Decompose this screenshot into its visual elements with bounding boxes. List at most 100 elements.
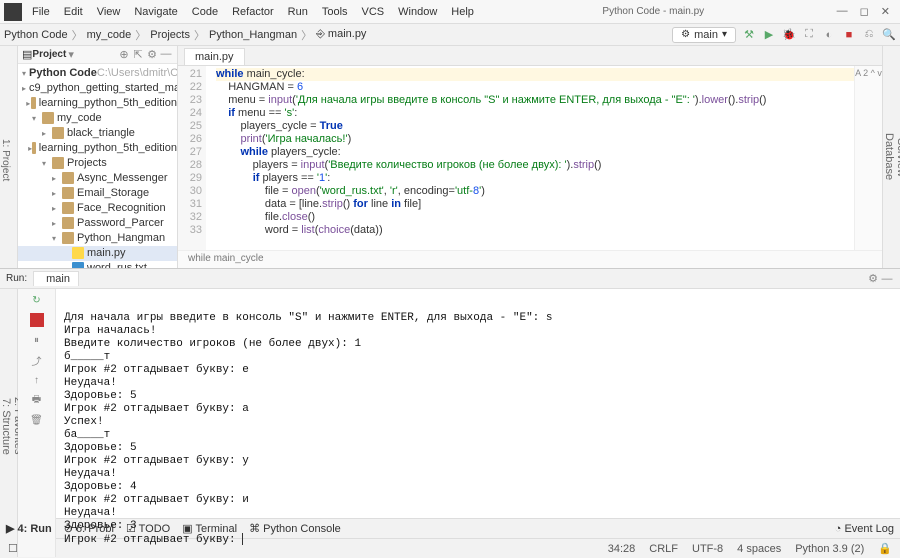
- menu-tools[interactable]: Tools: [316, 3, 354, 21]
- menu-view[interactable]: View: [91, 3, 127, 21]
- target-icon[interactable]: ⊕: [117, 47, 131, 61]
- menu-vcs[interactable]: VCS: [356, 3, 391, 21]
- editor-body[interactable]: 21222324252627282930313233 while main_cy…: [178, 66, 882, 250]
- profile-icon[interactable]: ◐: [822, 28, 836, 42]
- run-panel-header: Run: main ⚙ —: [0, 269, 900, 289]
- window-title: Python Code - main.py: [480, 6, 827, 17]
- bottom-tab[interactable]: ▶ 4: Run: [6, 522, 52, 535]
- maximize-icon[interactable]: ◻: [860, 5, 869, 18]
- project-tree[interactable]: ▾Python Code C:\Users\dmitr\OneDriv…▸c9_…: [18, 64, 177, 268]
- main-menu: FileEditViewNavigateCodeRefactorRunTools…: [26, 3, 480, 21]
- menu-file[interactable]: File: [26, 3, 56, 21]
- tree-item[interactable]: word_rus.txt: [18, 261, 177, 268]
- project-pane-header: ▤ Project ▾ ⊕ ⇱ ⚙ —: [18, 46, 177, 64]
- tree-item[interactable]: main.py: [18, 246, 177, 261]
- stop-icon[interactable]: [30, 313, 44, 327]
- editor-breadcrumb[interactable]: while main_cycle: [178, 250, 882, 268]
- search-icon[interactable]: 🔍: [882, 28, 896, 42]
- line-separator[interactable]: CRLF: [649, 543, 678, 555]
- editor-tabs: main.py: [178, 46, 882, 66]
- tree-item[interactable]: ▾my_code: [18, 111, 177, 126]
- run-hide-icon[interactable]: —: [880, 272, 894, 286]
- indent[interactable]: 4 spaces: [737, 543, 781, 555]
- minimize-icon[interactable]: —: [837, 5, 848, 18]
- debug-icon[interactable]: 🐞: [782, 28, 796, 42]
- menu-window[interactable]: Window: [392, 3, 443, 21]
- titlebar: FileEditViewNavigateCodeRefactorRunTools…: [0, 0, 900, 24]
- bottom-tab[interactable]: ⊘ 6: Probl: [64, 522, 114, 535]
- run-panel: Run: main ⚙ — 7: Structure2: Favorites ↻…: [0, 268, 900, 557]
- left-tool-rail[interactable]: 1: Project: [0, 46, 18, 268]
- encoding[interactable]: UTF-8: [692, 543, 723, 555]
- up-icon[interactable]: ↑: [30, 373, 44, 387]
- bottom-tab[interactable]: ☑ TODO: [126, 522, 170, 535]
- menu-refactor[interactable]: Refactor: [226, 3, 280, 21]
- tree-item[interactable]: ▸c9_python_getting_started_master: [18, 81, 177, 96]
- menu-navigate[interactable]: Navigate: [128, 3, 183, 21]
- breadcrumb-item[interactable]: ⎆ main.py: [316, 28, 366, 41]
- left-tool-rail-2[interactable]: 7: Structure2: Favorites: [0, 289, 18, 557]
- run-gear-icon[interactable]: ⚙: [866, 272, 880, 286]
- editor-tab-label: main.py: [195, 51, 234, 63]
- git-icon[interactable]: ⎌: [862, 28, 876, 42]
- run-panel-title: Run:: [6, 273, 27, 284]
- run-tab-label: main: [46, 273, 70, 285]
- menu-run[interactable]: Run: [282, 3, 314, 21]
- bottom-tab[interactable]: ⌘ Python Console: [249, 522, 341, 535]
- tree-item[interactable]: ▸Face_Recognition: [18, 201, 177, 216]
- run-tab-main[interactable]: main: [33, 271, 79, 286]
- close-icon[interactable]: ✕: [881, 5, 890, 18]
- hammer-icon[interactable]: ⚒: [742, 28, 756, 42]
- tree-item[interactable]: ▸learning_python_5th_edition: [18, 141, 177, 156]
- run-config-selector[interactable]: ⚙ main ▾: [672, 27, 736, 43]
- trash-icon[interactable]: 🗑: [30, 413, 44, 427]
- collapse-icon[interactable]: ⇱: [131, 47, 145, 61]
- tree-root[interactable]: ▾Python Code C:\Users\dmitr\OneDriv…: [18, 66, 177, 81]
- project-pane-icon: ▤: [22, 48, 32, 61]
- hide-icon[interactable]: —: [159, 47, 173, 61]
- tree-item[interactable]: ▸Password_Parcer: [18, 216, 177, 231]
- navigation-bar: Python Code〉my_code〉Projects〉Python_Hang…: [0, 24, 900, 46]
- breadcrumb-item[interactable]: Python_Hangman: [209, 29, 297, 41]
- editor-inspections[interactable]: A 2 ^ v: [854, 66, 882, 250]
- tree-item[interactable]: ▾Projects: [18, 156, 177, 171]
- project-pane-title: Project: [32, 49, 66, 60]
- window-controls: — ◻ ✕: [827, 5, 900, 18]
- caret-position[interactable]: 34:28: [608, 543, 636, 555]
- print-icon[interactable]: 🖶: [30, 393, 44, 407]
- tree-item[interactable]: ▸black_triangle: [18, 126, 177, 141]
- console-output[interactable]: Для начала игры введите в консоль "S" и …: [56, 289, 900, 557]
- editor-row: 1: Project ▤ Project ▾ ⊕ ⇱ ⚙ — ▾Python C…: [0, 46, 900, 268]
- menu-edit[interactable]: Edit: [58, 3, 89, 21]
- run-body: 7: Structure2: Favorites ↻ ⏸ ⤴ ↑ 🖶 🗑 Для…: [0, 289, 900, 557]
- breadcrumb[interactable]: Python Code〉my_code〉Projects〉Python_Hang…: [4, 27, 366, 43]
- editor-gutter: 21222324252627282930313233: [178, 66, 206, 250]
- lock-icon[interactable]: 🔒: [878, 542, 892, 555]
- event-log-tab[interactable]: ◔ Event Log: [835, 523, 894, 535]
- bottom-tab[interactable]: ▣ Terminal: [182, 522, 237, 535]
- menu-help[interactable]: Help: [445, 3, 480, 21]
- breadcrumb-item[interactable]: my_code: [87, 29, 132, 41]
- gear-icon[interactable]: ⚙: [145, 47, 159, 61]
- breadcrumb-item[interactable]: Python Code: [4, 29, 68, 41]
- tree-item[interactable]: ▸learning_python_5th_edition: [18, 96, 177, 111]
- editor-tab-main[interactable]: main.py: [184, 48, 245, 65]
- run-toolbar: ↻ ⏸ ⤴ ↑ 🖶 🗑: [18, 289, 56, 557]
- code-area[interactable]: while main_cycle: HANGMAN = 6 menu = inp…: [206, 66, 854, 250]
- rerun-icon[interactable]: ↻: [30, 293, 44, 307]
- coverage-icon[interactable]: ⛶: [802, 28, 816, 42]
- exit-icon[interactable]: ⤴: [30, 353, 44, 367]
- menu-code[interactable]: Code: [186, 3, 224, 21]
- tree-item[interactable]: ▸Email_Storage: [18, 186, 177, 201]
- right-tool-rail[interactable]: DatabaseSciView: [882, 46, 900, 268]
- status-message: ☐: [8, 542, 18, 555]
- app-icon: [4, 3, 22, 21]
- pause-icon[interactable]: ⏸: [30, 333, 44, 347]
- tree-item[interactable]: ▸Async_Messenger: [18, 171, 177, 186]
- project-pane: ▤ Project ▾ ⊕ ⇱ ⚙ — ▾Python Code C:\User…: [18, 46, 178, 268]
- interpreter[interactable]: Python 3.9 (2): [795, 543, 864, 555]
- stop-icon[interactable]: ■: [842, 28, 856, 42]
- run-icon[interactable]: ▶: [762, 28, 776, 42]
- tree-item[interactable]: ▾Python_Hangman: [18, 231, 177, 246]
- breadcrumb-item[interactable]: Projects: [150, 29, 190, 41]
